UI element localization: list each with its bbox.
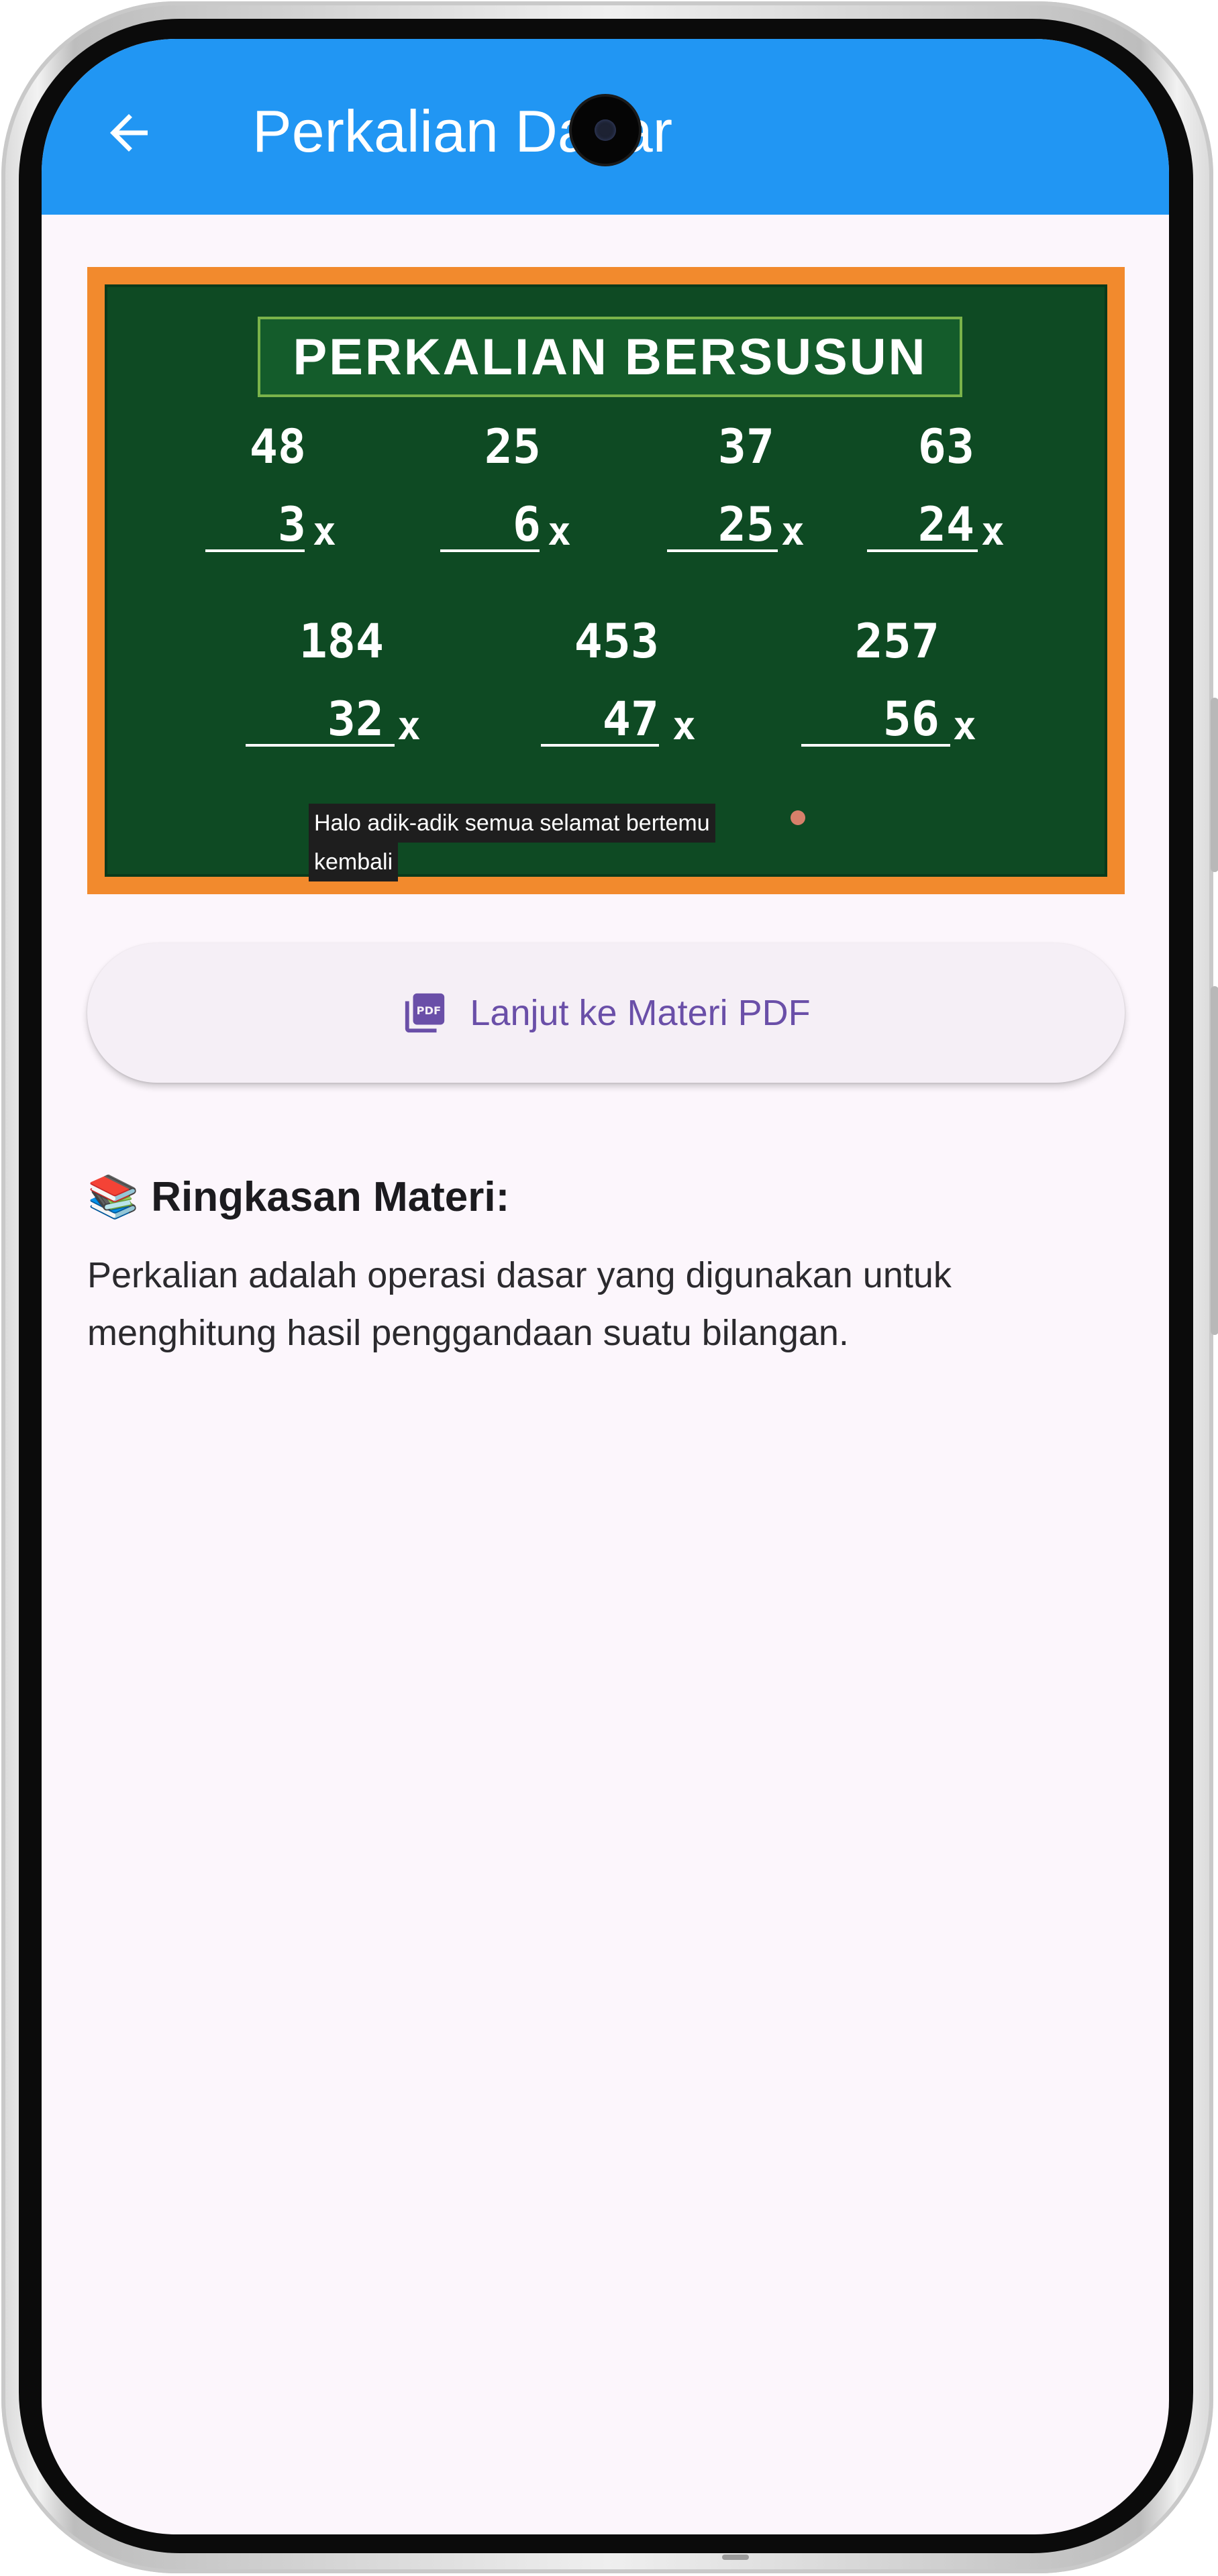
multiplication-problem: 63 24 x [867,419,1005,554]
problem-top: 63 [917,419,974,474]
multiply-sign: x [672,703,696,749]
multiply-sign: x [981,508,1005,554]
problem-bottom: 25 [717,497,774,552]
problem-bottom: 32 [327,692,384,747]
multiplication-problem: 48 3 x [205,419,336,554]
multiplication-problem: 25 6 x [440,419,571,554]
multiply-sign: x [953,703,976,749]
multiplication-problem: 184 32 x [246,613,421,749]
side-button [1211,986,1218,1335]
svg-text:PDF: PDF [417,1004,442,1017]
side-button [1211,698,1218,872]
problem-line [246,744,395,747]
open-pdf-button[interactable]: PDF Lanjut ke Materi PDF [87,943,1125,1083]
problem-line [541,744,659,747]
board-title: PERKALIAN BERSUSUN [258,317,962,397]
multiply-sign: x [548,508,571,554]
multiply-sign: x [781,508,805,554]
multiply-sign: x [397,703,421,749]
problem-bottom: 24 [917,497,974,552]
problem-top: 453 [574,614,659,669]
summary-title: Ringkasan Materi: [151,1174,510,1220]
caption-line: kembali [309,843,399,881]
problem-top: 37 [717,419,774,474]
pdf-button-label: Lanjut ke Materi PDF [470,993,811,1033]
arrow-left-icon [110,114,148,152]
app-screen: Perkalian Dasar PERKALIAN BERSUSUN 48 3 … [42,39,1169,2534]
problem-line [801,744,950,747]
summary-text: Perkalian adalah operasi dasar yang digu… [87,1255,952,1353]
video-player[interactable]: PERKALIAN BERSUSUN 48 3 x 25 6 x 37 25 x [87,267,1125,894]
chalkboard-thumbnail: PERKALIAN BERSUSUN 48 3 x 25 6 x 37 25 x [105,284,1107,881]
summary-heading: 📚 Ringkasan Materi: [87,1173,509,1222]
problem-top: 48 [249,419,306,474]
multiplication-problem: 257 56 x [801,613,976,749]
problem-line [867,549,978,552]
problem-bottom: 47 [602,692,659,747]
recording-dot [791,810,805,825]
problem-top: 25 [484,419,541,474]
multiplication-problem: 37 25 x [667,419,805,554]
problem-bottom: 3 [277,497,306,552]
books-icon: 📚 [87,1174,140,1220]
problem-bottom: 6 [512,497,541,552]
multiply-sign: x [313,508,336,554]
problem-top: 257 [854,614,940,669]
home-indicator [722,2555,749,2560]
problem-line [667,549,778,552]
problem-top: 184 [299,614,384,669]
back-button[interactable] [95,99,162,166]
problem-line [205,549,305,552]
problem-line [440,549,540,552]
video-caption: Halo adik-adik semua selamat bertemu kem… [309,804,715,881]
pdf-icon: PDF [405,993,445,1033]
app-bar: Perkalian Dasar [42,39,1169,215]
front-camera [572,97,639,164]
problem-bottom: 56 [882,692,940,747]
caption-line: Halo adik-adik semua selamat bertemu [309,804,715,843]
multiplication-problem: 453 47 x [541,613,696,749]
